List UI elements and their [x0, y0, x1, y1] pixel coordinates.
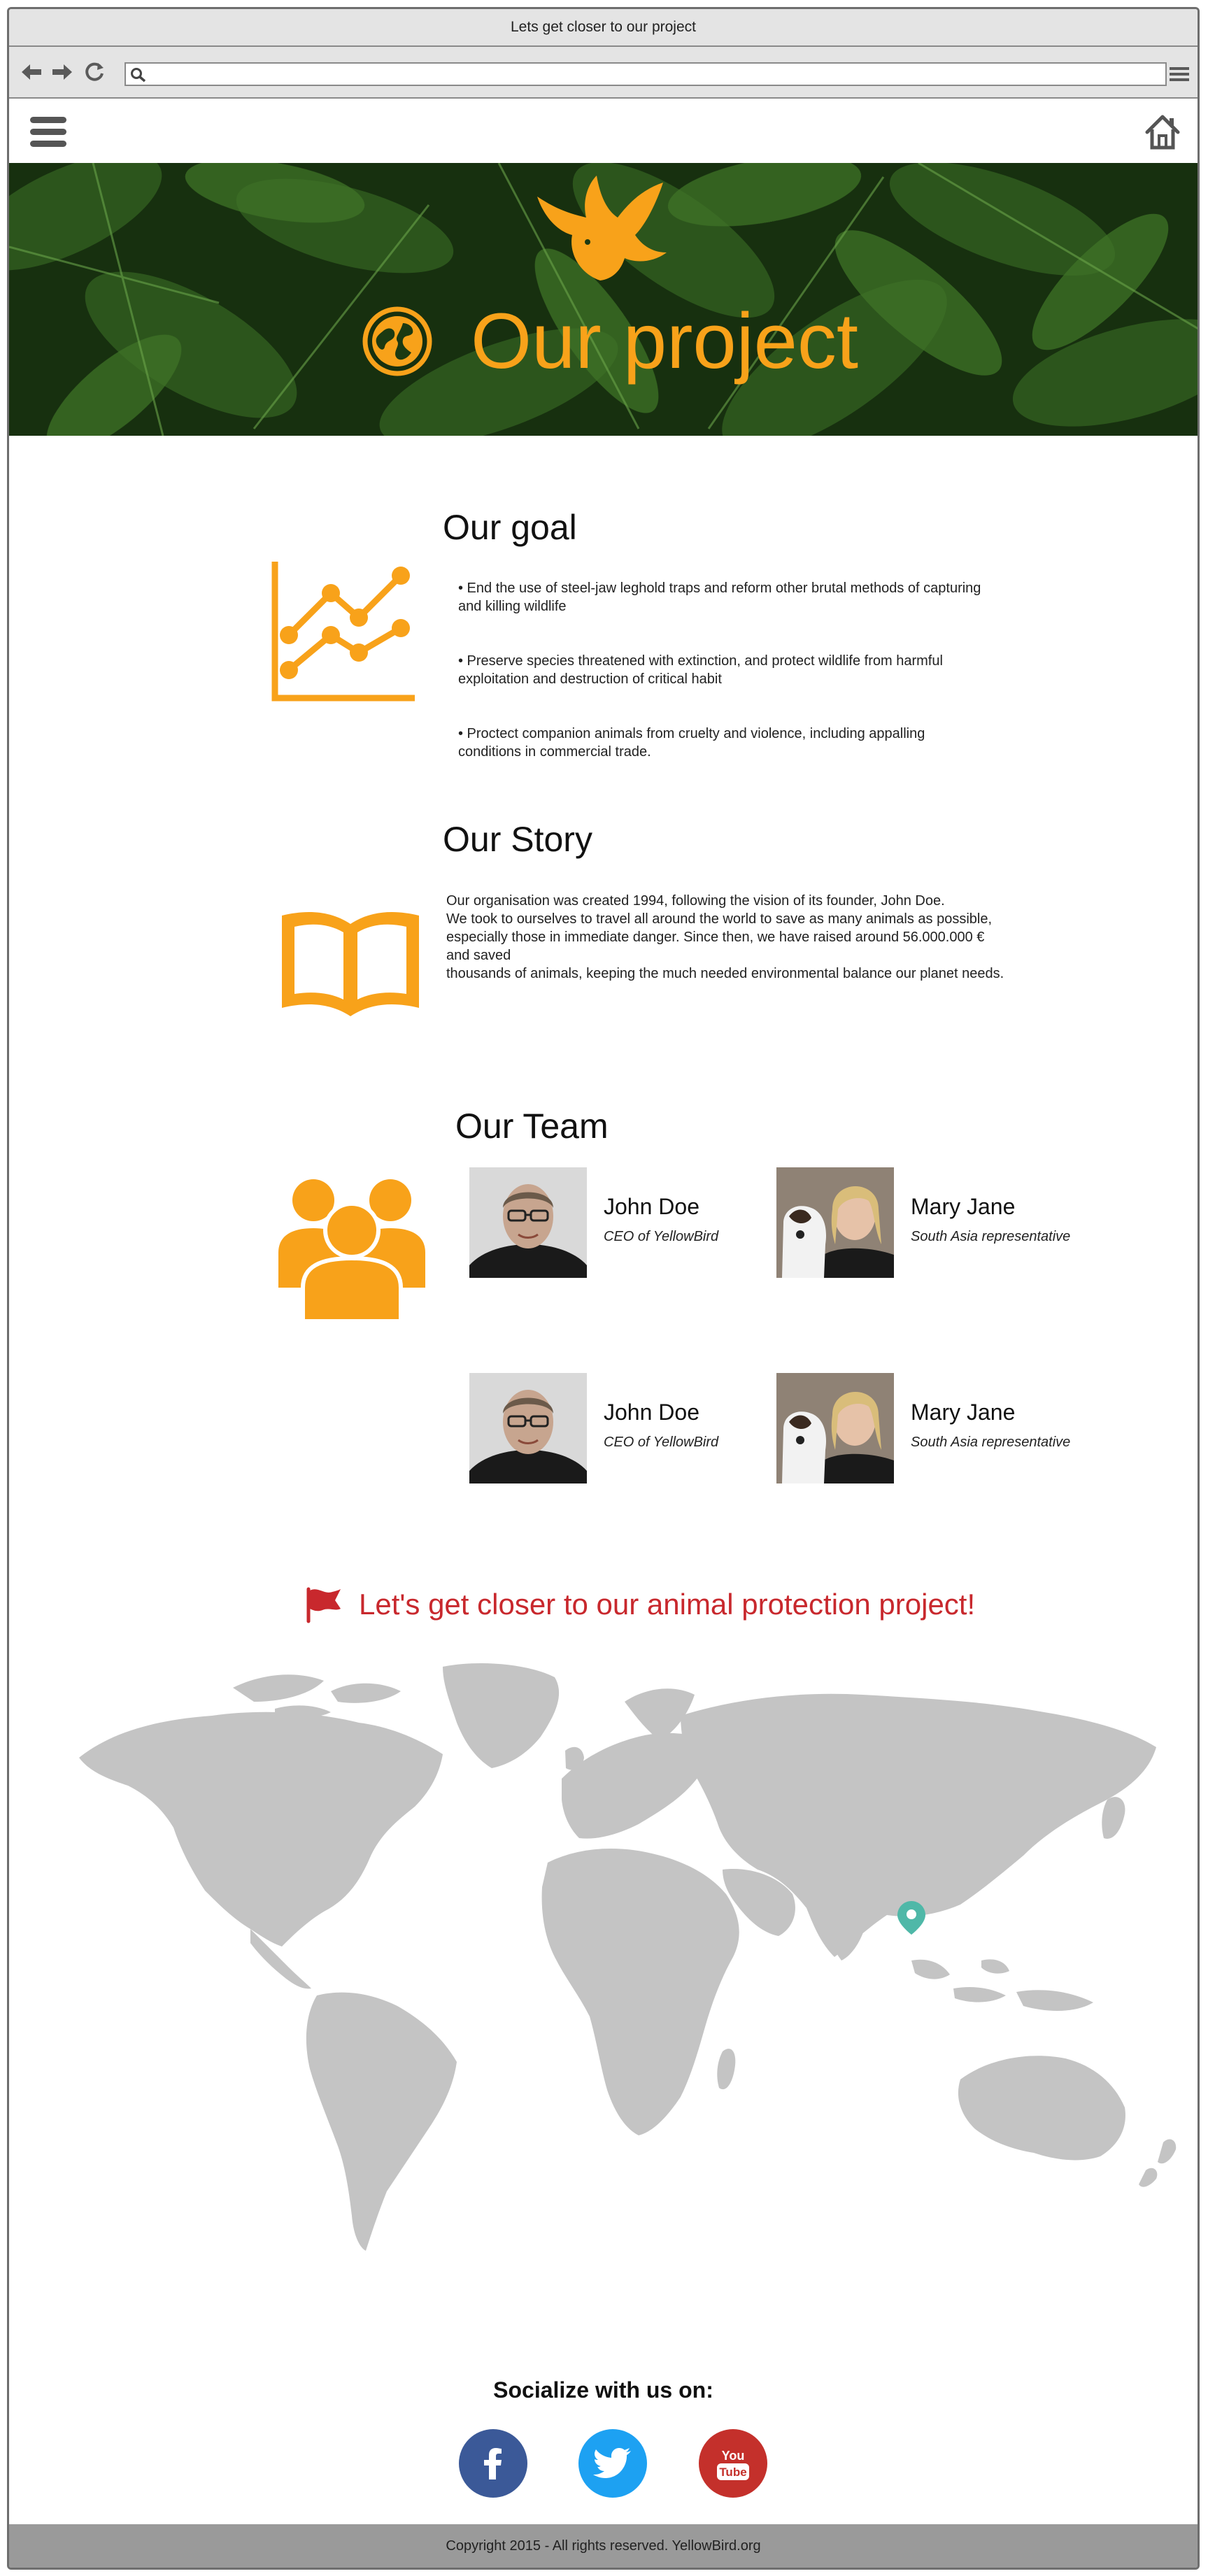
- australia-shape: [958, 2056, 1125, 2161]
- story-line: We took to ourselves to travel all aroun…: [446, 911, 993, 927]
- twitter-button[interactable]: [578, 2429, 647, 2498]
- footer: Copyright 2015 - All rights reserved. Ye…: [9, 2524, 1198, 2568]
- team-member-name: Mary Jane: [911, 1400, 1016, 1425]
- team-member-name: Mary Jane: [911, 1194, 1016, 1219]
- team-member-name: John Doe: [604, 1194, 699, 1219]
- site-header: [9, 99, 1198, 163]
- globe-icon: [362, 306, 432, 376]
- story-line: especially those in immediate danger. Si…: [446, 930, 985, 963]
- twitter-icon: [593, 2448, 631, 2478]
- home-icon: [1145, 115, 1180, 150]
- youtube-you-text: You: [722, 2449, 745, 2463]
- team-member-card[interactable]: John Doe CEO of YellowBird: [469, 1167, 805, 1279]
- forward-button[interactable]: [50, 59, 75, 85]
- team-member-photo: [469, 1373, 587, 1483]
- team-icon: [278, 1179, 425, 1323]
- flag-icon: [306, 1587, 341, 1623]
- facebook-icon: [484, 2448, 502, 2479]
- team-member-role: South Asia representative: [911, 1435, 1071, 1450]
- youtube-tube-text: Tube: [719, 2465, 746, 2479]
- story-line: Our organisation was created 1994, follo…: [446, 893, 945, 909]
- goal-item: • Preserve species threatened with extin…: [458, 653, 943, 687]
- reload-button[interactable]: [82, 59, 107, 85]
- story-line: thousands of animals, keeping the much n…: [446, 966, 1004, 981]
- greenland-shape: [443, 1663, 560, 1768]
- goal-heading: Our goal: [443, 508, 577, 547]
- search-icon: [131, 68, 146, 83]
- hero-banner: Our project: [9, 163, 1198, 436]
- team-member-card[interactable]: Mary Jane South Asia representative: [776, 1373, 1112, 1485]
- goal-item: • End the use of steel-jaw leghold traps…: [458, 581, 981, 614]
- address-bar[interactable]: [125, 62, 1167, 86]
- japan-shape: [1102, 1797, 1125, 1839]
- home-button[interactable]: [1143, 113, 1182, 152]
- canada-islands-shape: [233, 1674, 401, 1718]
- madagascar-shape: [717, 2049, 736, 2090]
- window-titlebar: Lets get closer to our project: [9, 9, 1198, 47]
- southeast-asia-islands-shape: [911, 1959, 1093, 2011]
- team-member-photo: [776, 1373, 894, 1483]
- arrow-right-icon: [52, 64, 72, 80]
- project-cta[interactable]: Let's get closer to our animal protectio…: [303, 1585, 975, 1624]
- story-text: Our organisation was created 1994, follo…: [446, 892, 1006, 983]
- team-member-card[interactable]: Mary Jane South Asia representative: [776, 1167, 1112, 1279]
- footer-copyright: Copyright 2015 - All rights reserved. Ye…: [446, 2538, 761, 2554]
- team-member-role: CEO of YellowBird: [604, 1229, 719, 1244]
- youtube-button[interactable]: You Tube: [699, 2429, 767, 2498]
- africa-shape: [541, 1849, 739, 2135]
- world-map[interactable]: [51, 1660, 1198, 2261]
- north-america-shape: [79, 1712, 443, 1947]
- south-america-shape: [306, 1992, 457, 2251]
- team-member-card[interactable]: John Doe CEO of YellowBird: [469, 1373, 805, 1485]
- team-member-role: CEO of YellowBird: [604, 1435, 719, 1450]
- cta-text: Let's get closer to our animal protectio…: [359, 1588, 976, 1621]
- browser-window: Lets get closer to our project Our proje…: [7, 7, 1200, 2570]
- menu-icon: [1170, 67, 1189, 81]
- open-book-icon: [282, 912, 419, 1016]
- team-member-name: John Doe: [604, 1400, 699, 1425]
- new-zealand-shape: [1139, 2139, 1177, 2187]
- team-heading: Our Team: [455, 1106, 609, 1146]
- site-menu-button[interactable]: [29, 114, 68, 150]
- team-member-photo: [469, 1167, 587, 1278]
- location-marker-icon[interactable]: [897, 1901, 925, 1935]
- team-member-photo: [776, 1167, 894, 1278]
- team-member-role: South Asia representative: [911, 1229, 1071, 1244]
- browser-toolbar: [9, 47, 1198, 99]
- hero-title: Our project: [471, 297, 858, 385]
- social-heading: Socialize with us on:: [493, 2377, 713, 2403]
- arrow-left-icon: [22, 64, 41, 80]
- yellowbird-logo-icon: [537, 176, 667, 280]
- back-button[interactable]: [19, 59, 44, 85]
- hamburger-icon: [30, 117, 66, 147]
- story-heading: Our Story: [443, 820, 592, 859]
- facebook-button[interactable]: [459, 2429, 527, 2498]
- goal-list: • End the use of steel-jaw leghold traps…: [458, 579, 990, 797]
- browser-menu-button[interactable]: [1167, 62, 1192, 86]
- reload-icon: [85, 62, 104, 81]
- goal-item: • Proctect companion animals from cruelt…: [458, 726, 925, 760]
- line-chart-icon: [271, 562, 415, 702]
- youtube-icon: You Tube: [717, 2449, 749, 2480]
- url-input[interactable]: [154, 65, 1157, 85]
- window-title: Lets get closer to our project: [511, 19, 696, 35]
